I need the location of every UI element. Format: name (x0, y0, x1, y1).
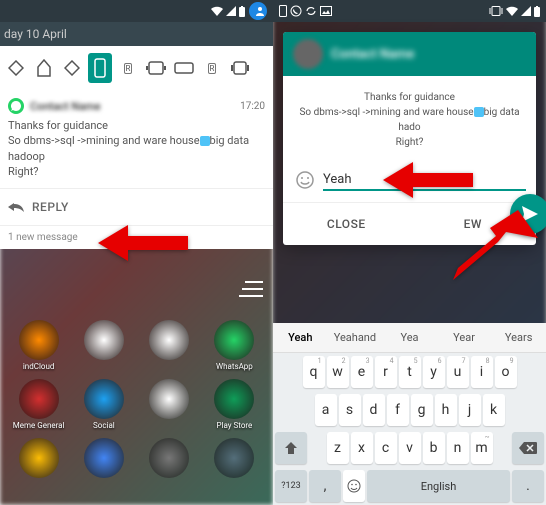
app-shortcut[interactable]: Meme General (10, 379, 67, 430)
wifi-icon (211, 6, 223, 16)
whatsapp-icon (8, 98, 24, 114)
sync-icon (305, 5, 317, 17)
contact-name: Contact Name (30, 100, 101, 113)
suggestion-item[interactable]: Yeahand (328, 323, 383, 352)
app-shortcut[interactable] (75, 320, 132, 371)
quick-settings-row: R R (0, 46, 273, 90)
emoji-picker-button[interactable] (293, 168, 317, 192)
app-shortcut[interactable]: Social (75, 379, 132, 430)
key-y[interactable]: 6y (423, 356, 445, 388)
app-shortcut[interactable] (141, 320, 198, 371)
date-bar: day 10 April (0, 22, 273, 46)
key-k[interactable]: k (483, 394, 505, 426)
app-shortcut[interactable]: WhatsApp (206, 320, 263, 371)
qs-icon-5[interactable]: R (116, 53, 140, 83)
signal-icon (226, 6, 236, 16)
key-w[interactable]: 2w (327, 356, 349, 388)
period-key[interactable]: . (512, 470, 544, 502)
dialog-message-body: Thanks for guidance So dbms->sql ->minin… (283, 76, 536, 164)
qs-icon-3[interactable] (60, 53, 84, 83)
app-grid-left: indCloud WhatsApp Meme GeneralSocial Play S… (0, 310, 273, 490)
battery-icon (239, 6, 245, 17)
app-shortcut[interactable] (206, 438, 263, 480)
dialog-avatar (293, 39, 323, 69)
key-u[interactable]: 7u (447, 356, 469, 388)
key-h[interactable]: h (435, 394, 457, 426)
tutorial-arrow-input (383, 160, 473, 204)
key-a[interactable]: a (315, 394, 337, 426)
emoji-key[interactable] (343, 470, 365, 502)
app-shortcut[interactable] (141, 438, 198, 480)
key-s[interactable]: s (339, 394, 361, 426)
shift-key[interactable] (275, 432, 307, 464)
qs-icon-9[interactable] (228, 53, 252, 83)
key-g[interactable]: g (411, 394, 433, 426)
key-b[interactable]: b (423, 432, 445, 464)
key-z[interactable]: z (327, 432, 349, 464)
reply-button[interactable]: REPLY (0, 188, 273, 225)
comma-key[interactable]: , (309, 470, 341, 502)
key-d[interactable]: d (363, 394, 385, 426)
suggestion-item[interactable]: Years (491, 323, 546, 352)
key-o[interactable]: 9o (495, 356, 517, 388)
arrow-emoji-icon (200, 136, 210, 146)
key-f[interactable]: f (387, 394, 409, 426)
backspace-key[interactable] (512, 432, 544, 464)
vibrate-icon (489, 6, 503, 16)
key-c[interactable]: c (375, 432, 397, 464)
dialog-header: Contact Name (283, 32, 536, 76)
key-i[interactable]: 8i (471, 356, 493, 388)
app-shortcut[interactable]: indCloud (10, 320, 67, 371)
whatsapp-status-icon (290, 5, 302, 17)
key-t[interactable]: 5t (399, 356, 421, 388)
phone-portrait-icon (279, 5, 287, 17)
key-q[interactable]: 1q (303, 356, 325, 388)
tutorial-arrow-reply (98, 223, 188, 267)
key-m[interactable]: ~m (471, 432, 493, 464)
notification-card[interactable]: Contact Name 17:20 Thanks for guidance S… (0, 90, 273, 188)
suggestion-item[interactable]: Year (437, 323, 492, 352)
suggestion-item[interactable]: Yea (382, 323, 437, 352)
suggestion-bar: YeahYeahandYeaYearYears (273, 323, 546, 353)
app-shortcut[interactable] (75, 438, 132, 480)
key-r[interactable]: 4r (375, 356, 397, 388)
app-shortcut[interactable]: Play Store (206, 379, 263, 430)
tutorial-arrow-send (448, 210, 538, 284)
close-button[interactable]: CLOSE (283, 203, 410, 245)
battery-icon (534, 6, 540, 17)
notification-body: Thanks for guidance So dbms->sql ->minin… (8, 118, 265, 180)
symbols-key[interactable]: ?123 (275, 470, 307, 502)
status-bar-right (273, 0, 546, 22)
qs-icon-active[interactable] (88, 53, 112, 83)
signal-icon (521, 6, 531, 16)
key-n[interactable]: n (447, 432, 469, 464)
notification-time: 17:20 (240, 101, 265, 112)
qs-icon-7[interactable] (172, 53, 196, 83)
key-v[interactable]: v (399, 432, 421, 464)
reply-label: REPLY (32, 200, 69, 214)
status-bar-left (0, 0, 273, 22)
arrow-emoji-icon (474, 107, 484, 117)
key-j[interactable]: j (459, 394, 481, 426)
date-text: day 10 April (4, 27, 67, 41)
key-e[interactable]: 3e (351, 356, 373, 388)
image-icon (320, 6, 332, 16)
key-x[interactable]: x (351, 432, 373, 464)
dialog-contact-name: Contact Name (331, 47, 414, 62)
app-shortcut[interactable] (141, 379, 198, 430)
qs-icon-1[interactable] (4, 53, 28, 83)
app-shortcut[interactable] (10, 438, 67, 480)
wifi-icon (506, 6, 518, 16)
keyboard: YeahYeahandYeaYearYears 1q2w3e4r5t6y7u8i… (273, 323, 546, 505)
space-key[interactable]: English (367, 470, 510, 502)
menu-lines-icon[interactable] (239, 280, 263, 302)
suggestion-item[interactable]: Yeah (273, 323, 328, 352)
profile-avatar[interactable] (249, 2, 267, 20)
qs-icon-6[interactable] (144, 53, 168, 83)
qs-icon-8[interactable]: R (200, 53, 224, 83)
reply-arrow-icon (8, 199, 24, 215)
qs-icon-2[interactable] (32, 53, 56, 83)
